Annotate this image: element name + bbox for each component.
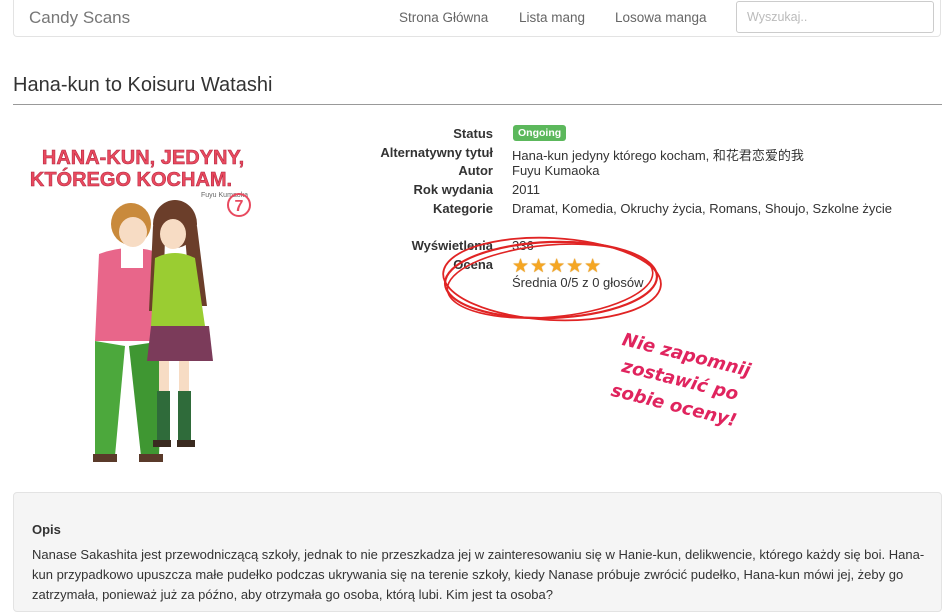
page-title: Hana-kun to Koisuru Watashi: [13, 74, 273, 96]
categories-label: Kategorie: [433, 201, 493, 216]
title-divider: [13, 104, 942, 105]
description-text: Nanase Sakashita jest przewodniczącą szk…: [32, 547, 925, 602]
search-input[interactable]: [736, 1, 934, 33]
alt-title-label: Alternatywny tytuł: [380, 145, 493, 160]
brand-link[interactable]: Candy Scans: [29, 8, 130, 28]
manga-cover: HANA-KUN, JEDYNY, KTÓREGO KOCHAM. Fuyu K…: [13, 136, 275, 474]
cover-title-line1: HANA-KUN, JEDYNY,: [42, 147, 244, 169]
reminder-note: Nie zapomnij zostawić po sobie oceny!: [583, 321, 777, 440]
author-label: Autor: [458, 163, 493, 178]
alt-title-value: Hana-kun jedyny którego kocham, 和花君恋爱的我: [512, 148, 804, 163]
nav-link-random-manga[interactable]: Losowa manga: [615, 10, 707, 25]
status-badge: Ongoing: [513, 125, 567, 141]
status-label: Status: [453, 126, 493, 141]
red-circle-annotation: [442, 236, 662, 322]
categories-value: Dramat, Komedia, Okruchy życia, Romans, …: [512, 201, 893, 216]
description-panel: Opis Nanase Sakashita jest przewodnicząc…: [13, 492, 942, 612]
author-value: Fuyu Kumaoka: [512, 163, 600, 178]
description-heading: Opis: [32, 522, 61, 537]
navbar: Candy Scans Strona Główna Lista mang Los…: [13, 0, 941, 37]
year-label: Rok wydania: [413, 182, 493, 197]
cover-title-line2: KTÓREGO KOCHAM.: [30, 167, 232, 191]
nav-link-home[interactable]: Strona Główna: [399, 10, 488, 25]
cover-volume: 7: [235, 198, 244, 215]
year-value: 2011: [512, 182, 540, 197]
nav-link-manga-list[interactable]: Lista mang: [519, 10, 585, 25]
